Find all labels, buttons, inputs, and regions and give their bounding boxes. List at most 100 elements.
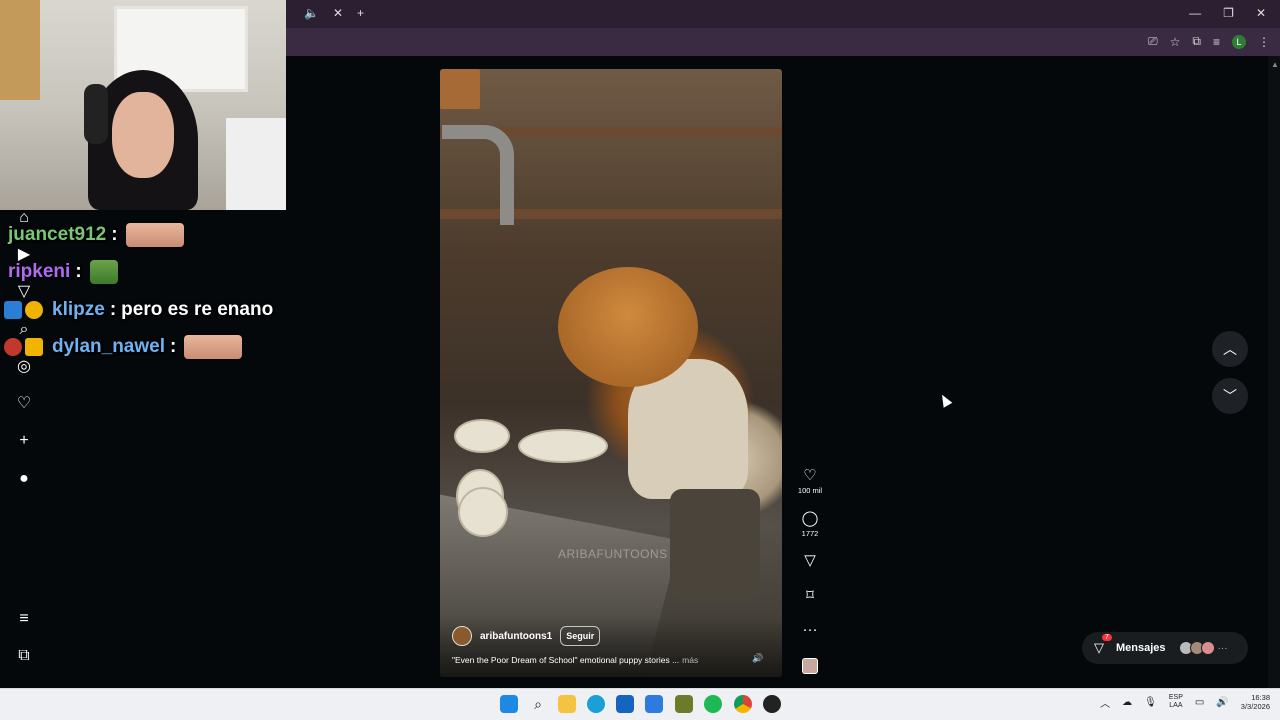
heart-icon[interactable]: ♡ <box>793 468 827 484</box>
chevron-up-icon: ︿ <box>1223 341 1237 357</box>
volume-icon[interactable]: 🔊 <box>1216 697 1228 708</box>
more-icon[interactable]: ⧉ <box>14 646 34 666</box>
chat-user: dylan_nawel <box>52 336 165 357</box>
edge-icon[interactable] <box>587 695 605 713</box>
restore-button[interactable]: ❐ <box>1223 6 1234 20</box>
more-action[interactable]: ··· <box>793 622 827 638</box>
new-tab-button[interactable]: + <box>357 6 364 20</box>
menu-icon[interactable]: ⋮ <box>1258 35 1270 49</box>
windows-taskbar: ⌕ ︿ ☁ 🎙 ESP LAA ▭ 🔊 16:38 3/3/2026 <box>0 688 1280 720</box>
faucet <box>442 125 514 225</box>
heart-icon[interactable]: ♡ <box>14 394 34 414</box>
date: 3/3/2026 <box>1240 702 1270 711</box>
comment-action[interactable]: ◯ 1772 <box>793 511 827 539</box>
caption-text: "Even the Poor Dream of School" emotiona… <box>452 655 680 665</box>
author-name[interactable]: aribafuntoons1 <box>480 631 552 642</box>
search-icon[interactable]: ⌕ <box>529 695 547 713</box>
next-reel-button[interactable]: ﹀ <box>1212 378 1248 414</box>
start-icon[interactable] <box>500 695 518 713</box>
lang-bottom: LAA <box>1169 702 1183 709</box>
share-action[interactable]: ▽ <box>793 553 827 569</box>
follow-button[interactable]: Seguir <box>560 626 601 646</box>
system-tray: ︿ ☁ 🎙 ESP LAA ▭ 🔊 16:38 3/3/2026 <box>1100 693 1270 711</box>
speaker-icon[interactable]: 🔈 <box>304 6 319 20</box>
like-action[interactable]: ♡ 100 mil <box>793 468 827 496</box>
plate <box>454 419 510 453</box>
chevron-up-icon[interactable]: ︿ <box>1100 695 1110 710</box>
avatar <box>1200 641 1215 655</box>
author-avatar[interactable] <box>452 626 472 646</box>
caption: "Even the Poor Dream of School" emotiona… <box>452 655 698 665</box>
chat-user: juancet912 <box>8 224 107 245</box>
store-icon[interactable] <box>616 695 634 713</box>
chat-message: klipze : pero es re enano <box>4 295 273 325</box>
badge-icon <box>25 301 43 319</box>
streamer-face <box>112 92 174 178</box>
onedrive-icon[interactable]: ☁ <box>1122 697 1132 708</box>
scroll-up-arrow-icon[interactable]: ▲ <box>1271 60 1279 70</box>
headset <box>84 84 108 144</box>
chat-separator: : <box>75 261 82 282</box>
chat-text: pero es re enano <box>121 299 274 320</box>
more-link[interactable]: más <box>682 655 698 665</box>
volume-icon[interactable]: 🔊 <box>752 653 763 664</box>
cork-board <box>0 0 40 100</box>
messages-button[interactable]: ▽ 7 Mensajes ··· <box>1082 632 1248 664</box>
profile-icon[interactable]: L <box>1232 34 1246 49</box>
message-avatars <box>1178 641 1215 655</box>
puppy-head <box>558 267 698 387</box>
puppy-pants <box>670 489 760 599</box>
chat-message: dylan_nawel : <box>4 332 243 362</box>
chat-separator: : <box>111 224 118 245</box>
watermark: ARIBAFUNTOONS <box>558 547 668 561</box>
bed <box>226 118 286 210</box>
file-explorer-icon[interactable] <box>558 695 576 713</box>
badge-icon <box>4 338 22 356</box>
crown-icon <box>25 338 43 356</box>
minimize-button[interactable]: — <box>1189 6 1201 20</box>
author-row: aribafuntoons1 Seguir <box>452 626 601 646</box>
comment-icon[interactable]: ◯ <box>793 511 827 527</box>
reel-video[interactable]: ARIBAFUNTOONS aribafuntoons1 Seguir "Eve… <box>440 69 782 677</box>
star-icon[interactable]: ☆ <box>1170 35 1181 49</box>
badge-icon <box>4 301 22 319</box>
chat-message: ripkeni : <box>8 257 118 287</box>
chevron-down-icon: ﹀ <box>1223 388 1237 404</box>
more-icon: ··· <box>1217 642 1228 654</box>
bookmark-icon[interactable]: ⌑ <box>793 588 827 604</box>
chat-separator: : <box>170 336 177 357</box>
close-tab-icon[interactable]: ✕ <box>333 6 343 20</box>
messages-badge: 7 <box>1102 634 1112 641</box>
mouse-cursor <box>937 392 953 408</box>
clock[interactable]: 16:38 3/3/2026 <box>1241 693 1270 711</box>
scrollbar[interactable]: ▲ <box>1268 56 1280 688</box>
menu-icon[interactable]: ≡ <box>14 609 34 629</box>
cast-icon[interactable]: ⎚ <box>1148 34 1158 49</box>
profile-icon[interactable]: ● <box>14 469 34 489</box>
messages-label: Mensajes <box>1116 642 1166 654</box>
extensions-icon[interactable]: ⧉ <box>1192 34 1201 49</box>
audio-thumbnail[interactable] <box>802 658 818 674</box>
comment-count: 1772 <box>801 529 819 538</box>
media-icon[interactable]: ≡ <box>1213 35 1220 49</box>
chat-separator: : <box>109 299 117 320</box>
outlook-icon[interactable] <box>645 695 663 713</box>
chat-user: ripkeni <box>8 261 71 282</box>
chrome-icon[interactable] <box>734 695 752 713</box>
reel-thumbnail <box>440 69 480 109</box>
language-indicator[interactable]: ESP LAA <box>1169 694 1183 710</box>
app-icon[interactable] <box>763 695 781 713</box>
toolbar-icons: ⎚ ☆ ⧉ ≡ L ⋮ <box>1148 34 1270 49</box>
microphone-icon[interactable]: 🎙 <box>1144 697 1157 708</box>
close-window-button[interactable]: ✕ <box>1256 6 1266 20</box>
send-icon[interactable]: ▽ <box>793 553 827 569</box>
minecraft-icon[interactable] <box>675 695 693 713</box>
chat-user: klipze <box>52 299 105 320</box>
spotify-icon[interactable] <box>704 695 722 713</box>
save-action[interactable]: ⌑ <box>793 588 827 604</box>
display-icon[interactable]: ▭ <box>1195 697 1204 708</box>
previous-reel-button[interactable]: ︿ <box>1212 331 1248 367</box>
more-options-icon[interactable]: ··· <box>793 622 827 638</box>
chat-emote <box>89 260 118 284</box>
create-icon[interactable]: + <box>14 431 34 451</box>
